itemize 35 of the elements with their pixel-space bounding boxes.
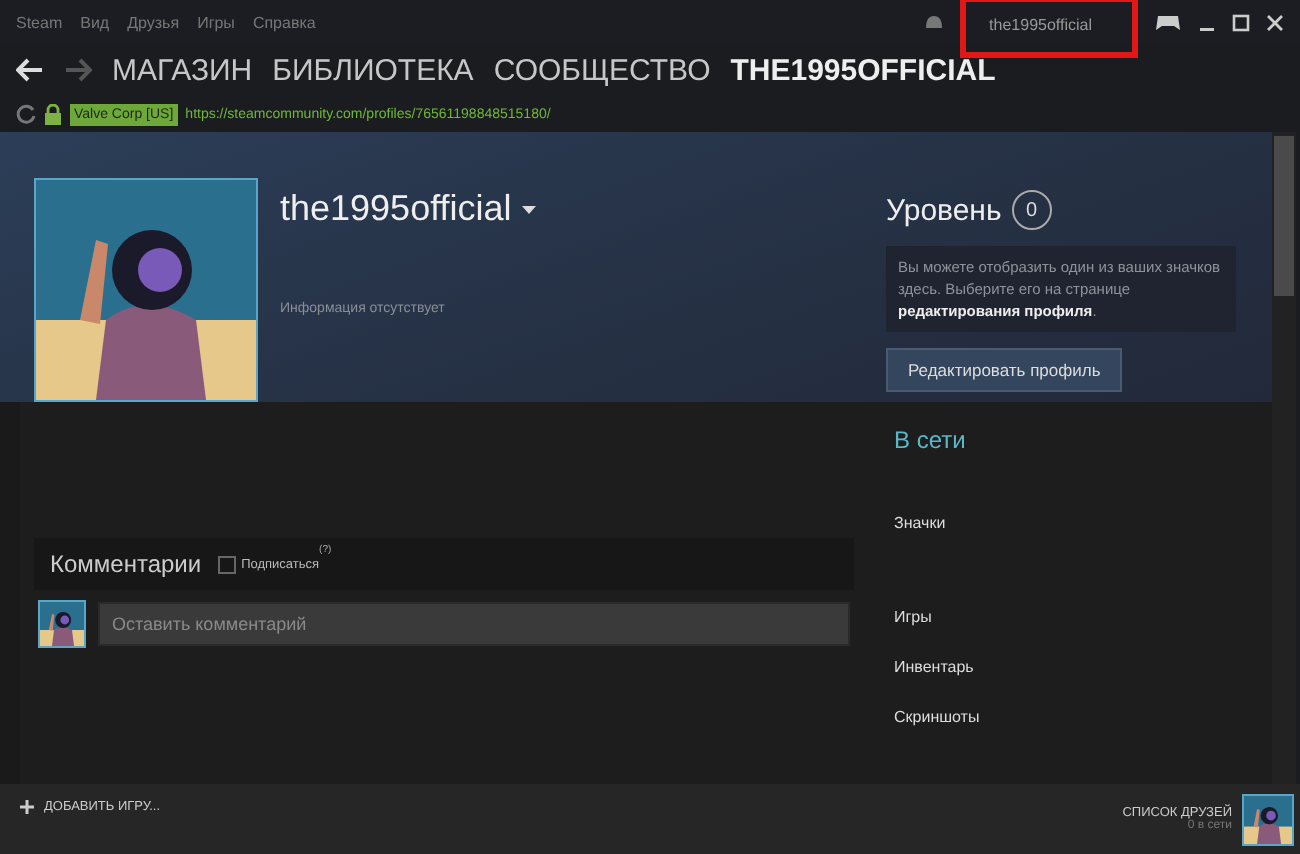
level-label: Уровень <box>886 193 1002 227</box>
nav-tab[interactable]: БИБЛИОТЕКА <box>272 53 474 87</box>
plus-icon[interactable] <box>20 800 34 814</box>
caret-icon[interactable] <box>521 205 536 213</box>
subscribe-checkbox[interactable] <box>217 555 236 573</box>
refresh-icon[interactable] <box>16 104 36 124</box>
scrollbar[interactable] <box>1272 132 1296 784</box>
avatar-drawing <box>1242 793 1294 845</box>
menu-item[interactable]: Друзья <box>127 13 180 31</box>
nav-tab[interactable]: СООБЩЕСТВО <box>493 53 711 87</box>
back-arrow-icon[interactable] <box>16 58 44 82</box>
level-badge: 0 <box>1011 190 1052 230</box>
menu-item[interactable]: Игры <box>197 13 235 31</box>
menu-item[interactable]: Справка <box>252 13 316 31</box>
menu-item[interactable]: Вид <box>80 13 110 31</box>
profile-name[interactable]: the1995official <box>280 188 512 230</box>
comments-title: Комментарии <box>50 550 202 578</box>
scroll-thumb[interactable] <box>1274 136 1294 296</box>
edit-profile-button[interactable]: Редактировать профиль <box>886 348 1123 392</box>
gamepad-icon[interactable] <box>1154 12 1182 32</box>
lock-icon <box>44 103 62 125</box>
close-icon[interactable] <box>1266 13 1284 31</box>
nav-tab[interactable]: МАГАЗИН <box>112 53 253 87</box>
menu-item[interactable]: Steam <box>16 13 63 31</box>
account-name[interactable]: the1995official <box>959 0 1138 57</box>
comment-field[interactable]: Оставить комментарий <box>98 602 850 646</box>
avatar-drawing <box>38 600 86 648</box>
maximize-icon[interactable] <box>1232 13 1250 31</box>
sidebar-link[interactable]: Значки <box>894 514 980 532</box>
sidebar-link[interactable]: Скриншоты <box>894 708 980 726</box>
nav-tab[interactable]: THE1995OFFICIAL <box>730 53 996 87</box>
sidebar-link[interactable]: Игры <box>894 608 980 626</box>
notification-icon[interactable] <box>923 12 944 32</box>
online-status: В сети <box>894 426 968 454</box>
sidebar-link[interactable]: Инвентарь <box>894 658 980 676</box>
